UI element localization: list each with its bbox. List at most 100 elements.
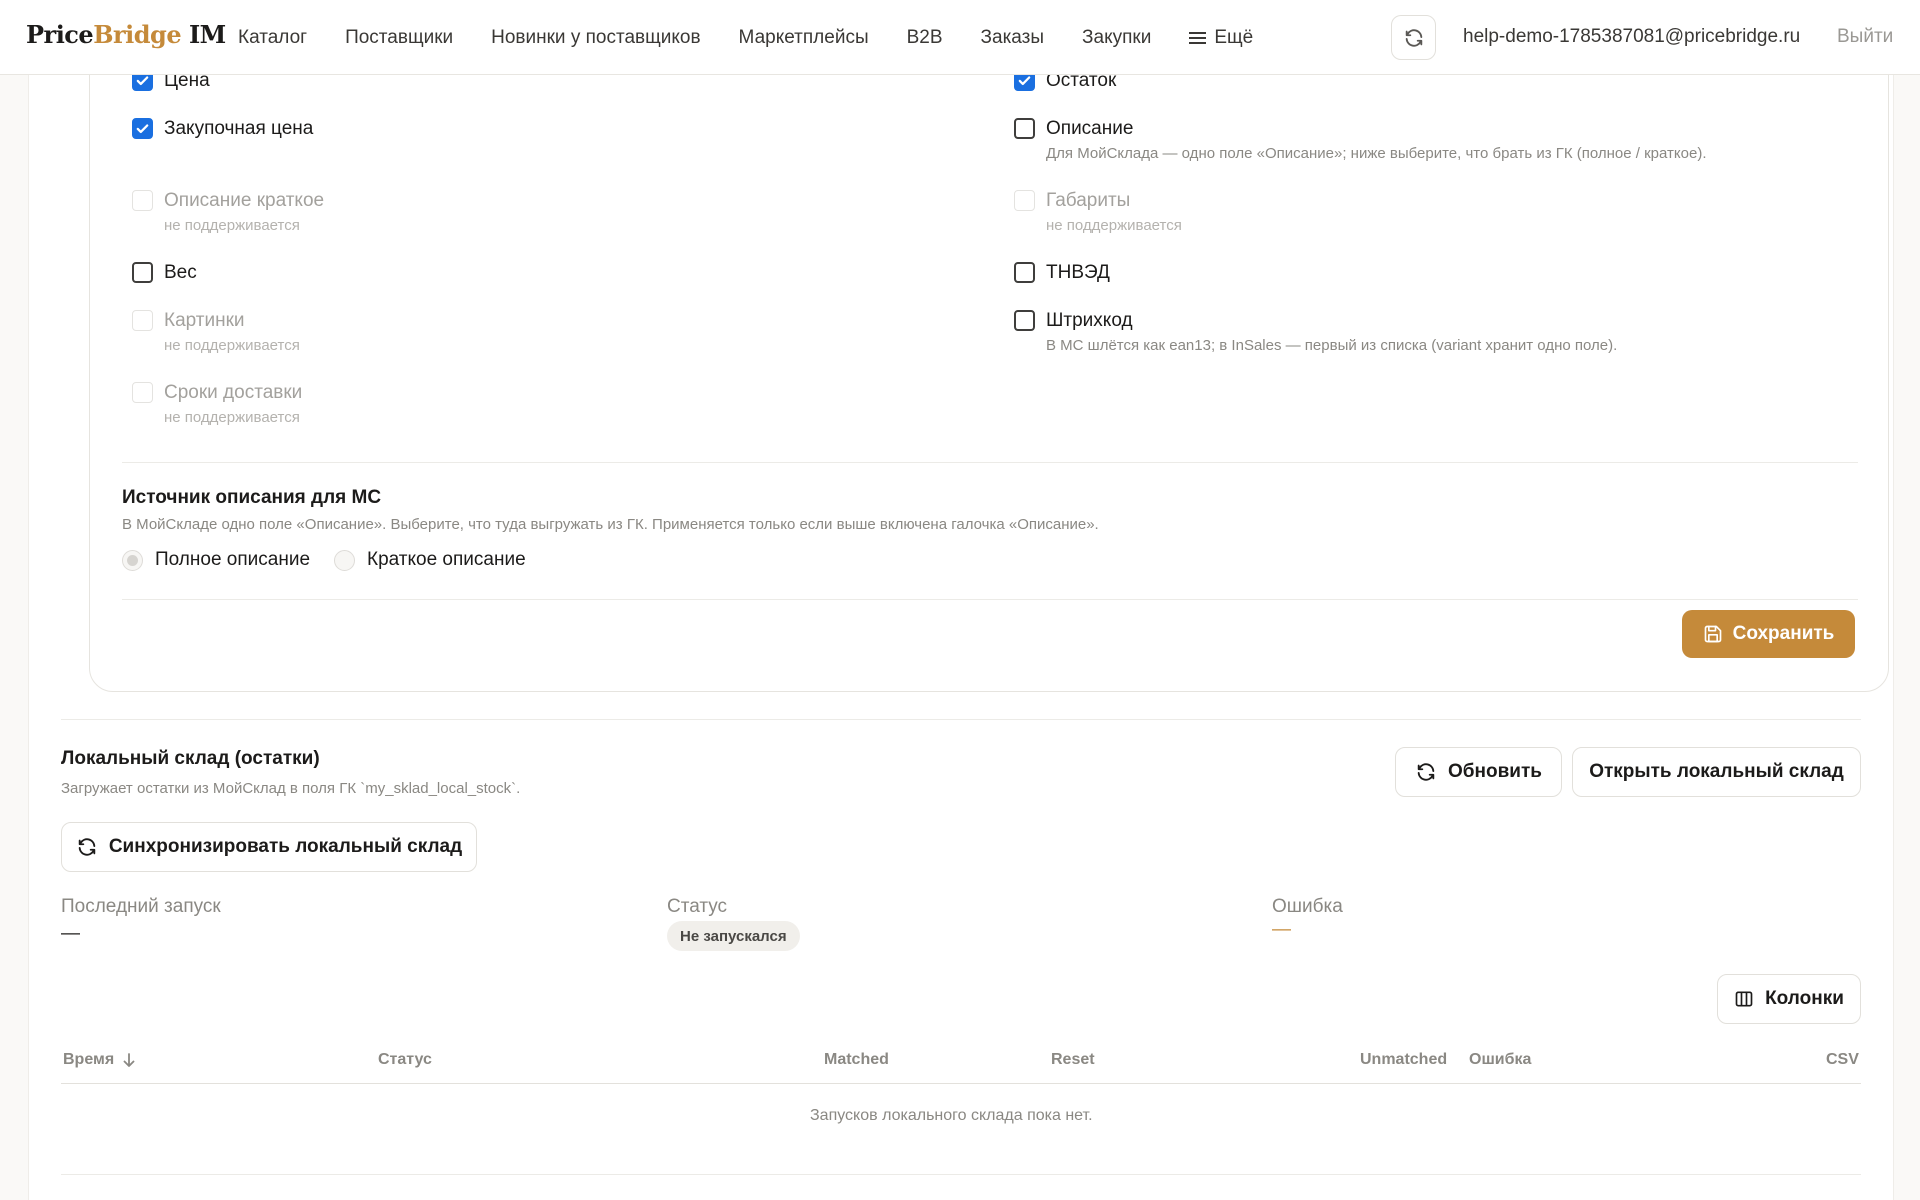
field-hint: Для МойСклада — одно поле «Описание»; ни… (1046, 145, 1707, 162)
th-error[interactable]: Ошибка (1469, 1051, 1531, 1069)
nav-orders[interactable]: Заказы (981, 27, 1045, 49)
nav-b2b[interactable]: B2B (907, 27, 943, 49)
radio-short-description[interactable]: Краткое описание (334, 549, 526, 571)
field-images: Картинки не поддерживается (132, 309, 300, 354)
field-label: Описание (1046, 118, 1134, 139)
save-icon (1704, 625, 1721, 643)
checkbox-disabled (132, 190, 153, 211)
field-delivery-terms: Сроки доставки не поддерживается (132, 381, 302, 426)
field-short-description: Описание краткое не поддерживается (132, 189, 324, 234)
nav-more-label: Ещё (1214, 26, 1254, 48)
field-label: Картинки (164, 310, 245, 331)
divider (122, 599, 1858, 600)
columns-button[interactable]: Колонки (1717, 974, 1861, 1024)
radio-label: Краткое описание (367, 549, 526, 570)
checkbox-disabled (1014, 190, 1035, 211)
nav-catalog[interactable]: Каталог (238, 27, 307, 49)
menu-icon (1189, 29, 1207, 47)
divider (122, 462, 1858, 463)
field-label: Закупочная цена (164, 118, 314, 139)
columns-button-label: Колонки (1765, 988, 1844, 1009)
field-description[interactable]: Описание Для МойСклада — одно поле «Опис… (1014, 117, 1706, 162)
checkbox-disabled (132, 310, 153, 331)
local-stock-title: Локальный склад (остатки) (61, 748, 320, 769)
nav-supplier-news[interactable]: Новинки у поставщиков (491, 27, 700, 49)
top-navigation-bar: PriceBridge IM Каталог Поставщики Новинк… (0, 0, 1920, 75)
main-nav: Каталог Поставщики Новинки у поставщиков… (238, 0, 1291, 75)
radio[interactable] (334, 549, 355, 571)
field-purchase-price[interactable]: Закупочная цена (132, 117, 313, 141)
nav-purchases[interactable]: Закупки (1082, 27, 1151, 49)
checkbox[interactable] (1014, 262, 1035, 283)
field-hint: не поддерживается (1046, 217, 1182, 234)
status-badge: Не запускался (667, 921, 800, 951)
arrow-down-icon (123, 1053, 135, 1067)
local-stock-subtitle: Загружает остатки из МойСклад в поля ГК … (61, 780, 521, 797)
checkbox[interactable] (1014, 310, 1035, 331)
th-time[interactable]: Время (63, 1051, 136, 1069)
error-label: Ошибка (1272, 896, 1343, 917)
radio-full-description[interactable]: Полное описание (122, 549, 310, 571)
radio-label: Полное описание (155, 549, 311, 570)
table-bottom-divider (61, 1174, 1861, 1175)
logo-price: Price (26, 20, 94, 49)
th-status[interactable]: Статус (378, 1051, 432, 1069)
export-fields-card: Цена Закупочная цена Описание краткое не… (89, 20, 1889, 692)
sync-button-label: Синхронизировать локальный склад (108, 836, 463, 857)
logout-link[interactable]: Выйти (1837, 26, 1893, 48)
field-hint: В МС шлётся как ean13; в InSales — первы… (1046, 337, 1618, 354)
columns-icon (1735, 991, 1753, 1007)
field-label: Штрихкод (1046, 310, 1133, 331)
logo-im: IM (181, 20, 226, 49)
last-run-label: Последний запуск (61, 896, 221, 917)
table-header-divider (61, 1083, 1861, 1084)
save-button-label: Сохранить (1732, 623, 1835, 644)
user-email[interactable]: help-demo-1785387081@pricebridge.ru (1463, 26, 1800, 48)
field-hint: не поддерживается (164, 337, 300, 354)
header-refresh-button[interactable] (1391, 15, 1436, 60)
sync-local-stock-button[interactable]: Синхронизировать локальный склад (61, 822, 477, 872)
open-local-stock-label: Открыть локальный склад (1589, 761, 1844, 782)
nav-suppliers[interactable]: Поставщики (345, 27, 453, 49)
th-matched[interactable]: Matched (824, 1051, 889, 1069)
checkbox-disabled (132, 382, 153, 403)
nav-marketplaces[interactable]: Маркетплейсы (739, 27, 869, 49)
refresh-icon (1417, 763, 1435, 781)
th-unmatched[interactable]: Unmatched (1360, 1051, 1447, 1069)
field-label: ТНВЭД (1046, 262, 1110, 283)
th-csv[interactable]: CSV (1826, 1051, 1859, 1069)
page-content: Цена Закупочная цена Описание краткое не… (28, 0, 1894, 1200)
field-label: Описание краткое (164, 190, 325, 211)
field-tnved[interactable]: ТНВЭД (1014, 261, 1110, 285)
app-logo[interactable]: PriceBridge IM (26, 20, 226, 49)
checkbox[interactable] (132, 262, 153, 283)
field-weight[interactable]: Вес (132, 261, 197, 285)
open-local-stock-button[interactable]: Открыть локальный склад (1572, 747, 1861, 797)
desc-source-subtitle: В МойСкладе одно поле «Описание». Выбери… (122, 516, 1099, 533)
refresh-icon (1405, 28, 1422, 47)
logo-bridge: Bridge (93, 20, 182, 49)
nav-more[interactable]: Ещё (1189, 27, 1253, 49)
field-label: Сроки доставки (164, 382, 303, 403)
field-label: Вес (164, 262, 197, 283)
save-button[interactable]: Сохранить (1682, 610, 1855, 658)
radio-selected[interactable] (122, 549, 143, 571)
last-run-value: — (61, 923, 80, 944)
checkbox[interactable] (1014, 118, 1035, 139)
table-empty-message: Запусков локального склада пока нет. (810, 1107, 1093, 1124)
error-value: — (1272, 919, 1291, 940)
divider (61, 719, 1861, 720)
status-label: Статус (667, 896, 728, 917)
refresh-button-label: Обновить (1448, 761, 1542, 782)
checkbox-checked-icon[interactable] (132, 118, 153, 139)
desc-source-title: Источник описания для МС (122, 487, 382, 508)
sync-icon (78, 838, 96, 856)
th-reset[interactable]: Reset (1051, 1051, 1095, 1069)
field-label: Габариты (1046, 190, 1131, 211)
field-hint: не поддерживается (164, 217, 300, 234)
refresh-button[interactable]: Обновить (1395, 747, 1562, 797)
th-time-label: Время (63, 1051, 115, 1068)
field-dimensions: Габариты не поддерживается (1014, 189, 1182, 234)
field-hint: не поддерживается (164, 409, 300, 426)
field-barcode[interactable]: Штрихкод В МС шлётся как ean13; в InSale… (1014, 309, 1617, 354)
